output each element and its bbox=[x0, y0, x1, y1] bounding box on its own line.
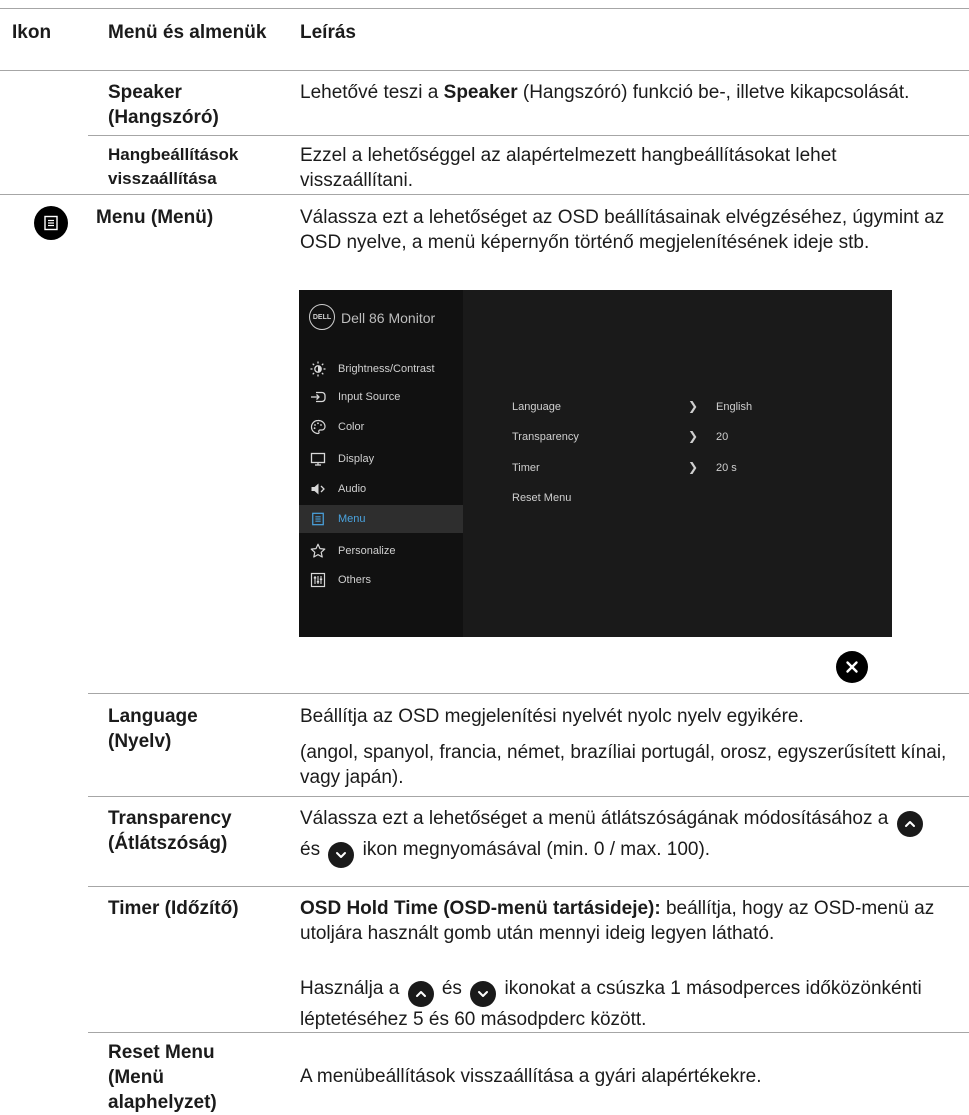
osd-setting-label: Timer bbox=[512, 462, 540, 474]
menu-icon bbox=[34, 206, 68, 240]
input-source-icon bbox=[309, 388, 327, 406]
chevron-right-icon: ❯ bbox=[688, 429, 699, 443]
row-rule bbox=[88, 796, 969, 797]
up-arrow-icon bbox=[407, 981, 434, 1007]
header-icon-column: Ikon bbox=[12, 22, 52, 43]
osd-menu-item-label: Audio bbox=[338, 483, 367, 495]
osd-setting-timer[interactable]: Timer ❯ 20 s bbox=[512, 460, 842, 477]
audio-reset-row-name: Hangbeállítások visszaállítása bbox=[108, 145, 239, 188]
up-arrow-icon bbox=[896, 811, 923, 837]
osd-menu-item-color[interactable]: Color bbox=[299, 413, 463, 441]
others-icon bbox=[309, 571, 327, 589]
osd-title: Dell 86 Monitor bbox=[341, 310, 436, 326]
osd-menu-item-label: Color bbox=[338, 421, 365, 433]
timer-row-name: Timer (Időzítő) bbox=[108, 898, 239, 919]
speaker-row-name: Speaker (Hangszóró) bbox=[108, 82, 219, 128]
speaker-icon bbox=[309, 480, 327, 498]
down-arrow-icon bbox=[328, 842, 355, 868]
row-rule bbox=[88, 135, 969, 136]
table-top-rule bbox=[0, 8, 969, 9]
language-row-languages: (angol, spanyol, francia, német, brazíli… bbox=[300, 742, 947, 788]
osd-setting-label: Language bbox=[512, 401, 561, 413]
osd-setting-reset-menu[interactable]: Reset Menu bbox=[512, 491, 842, 507]
osd-menu-item-personalize[interactable]: Personalize bbox=[299, 537, 463, 565]
brightness-icon bbox=[309, 360, 327, 378]
timer-row-description: OSD Hold Time (OSD-menü tartásideje): be… bbox=[300, 898, 935, 944]
menu-row-description: Válassza ezt a lehetőséget az OSD beállí… bbox=[300, 207, 945, 253]
osd-menu-item-menu[interactable]: Menu bbox=[299, 505, 463, 533]
timer-row-usage: Használja a és ikonokat a csúszka 1 máso… bbox=[300, 978, 922, 1030]
osd-menu-item-others[interactable]: Others bbox=[299, 566, 463, 594]
reset-menu-row-name: Reset Menu (Menü alaphelyzet) bbox=[108, 1042, 217, 1113]
menu-icon bbox=[309, 510, 327, 528]
osd-menu-item-label: Menu bbox=[338, 513, 366, 525]
row-rule bbox=[88, 1032, 969, 1033]
osd-menu-item-label: Others bbox=[338, 574, 372, 586]
section-rule bbox=[0, 194, 969, 195]
speaker-bold-term: Speaker bbox=[443, 82, 518, 103]
osd-setting-label: Transparency bbox=[512, 431, 579, 443]
transparency-row-name: Transparency (Átlátszóság) bbox=[108, 808, 232, 854]
osd-setting-value: 20 s bbox=[716, 462, 737, 474]
down-arrow-icon bbox=[470, 981, 497, 1007]
osd-menu-item-brightness-contrast[interactable]: Brightness/Contrast bbox=[299, 355, 463, 383]
color-palette-icon bbox=[309, 418, 327, 436]
header-description-column: Leírás bbox=[300, 22, 356, 43]
reset-menu-row-description: A menübeállítások visszaállítása a gyári… bbox=[300, 1066, 762, 1087]
language-row-name: Language (Nyelv) bbox=[108, 706, 198, 752]
dell-logo: DELL bbox=[309, 304, 335, 330]
osd-menu-item-label: Input Source bbox=[338, 391, 401, 403]
osd-setting-value: English bbox=[716, 401, 753, 413]
osd-hold-time-term: OSD Hold Time (OSD-menü tartásideje): bbox=[300, 898, 661, 919]
header-rule bbox=[0, 70, 969, 71]
osd-setting-value: 20 bbox=[716, 431, 729, 443]
audio-reset-row-description: Ezzel a lehetőséggel az alapértelmezett … bbox=[300, 145, 837, 191]
transparency-row-description: Válassza ezt a lehetőséget a menü átláts… bbox=[300, 806, 950, 868]
language-row-description: Beállítja az OSD megjelenítési nyelvét n… bbox=[300, 706, 804, 727]
osd-screenshot: DELL Dell 86 Monitor Brightness/Contrast… bbox=[299, 290, 892, 637]
osd-menu-item-display[interactable]: Display bbox=[299, 445, 463, 473]
osd-menu-item-audio[interactable]: Audio bbox=[299, 475, 463, 503]
row-rule bbox=[88, 886, 969, 887]
header-menu-column: Menü és almenük bbox=[108, 22, 267, 43]
osd-menu-item-input-source[interactable]: Input Source bbox=[299, 383, 463, 411]
menu-row-name: Menu (Menü) bbox=[96, 207, 214, 228]
osd-setting-label: Reset Menu bbox=[512, 492, 572, 504]
close-icon[interactable] bbox=[836, 651, 868, 683]
chevron-right-icon: ❯ bbox=[688, 399, 699, 413]
display-icon bbox=[309, 450, 327, 468]
osd-setting-language[interactable]: Language ❯ English bbox=[512, 399, 842, 416]
chevron-right-icon: ❯ bbox=[688, 460, 699, 474]
row-rule bbox=[88, 693, 969, 694]
osd-sidebar: DELL Dell 86 Monitor Brightness/Contrast… bbox=[299, 290, 463, 637]
osd-menu-item-label: Personalize bbox=[338, 545, 396, 557]
osd-menu-item-label: Brightness/Contrast bbox=[338, 363, 435, 375]
osd-setting-transparency[interactable]: Transparency ❯ 20 bbox=[512, 429, 842, 446]
star-icon bbox=[309, 542, 327, 560]
osd-menu-item-label: Display bbox=[338, 453, 375, 465]
speaker-row-description: Lehetővé teszi a Speaker (Hangszóró) fun… bbox=[300, 82, 910, 103]
